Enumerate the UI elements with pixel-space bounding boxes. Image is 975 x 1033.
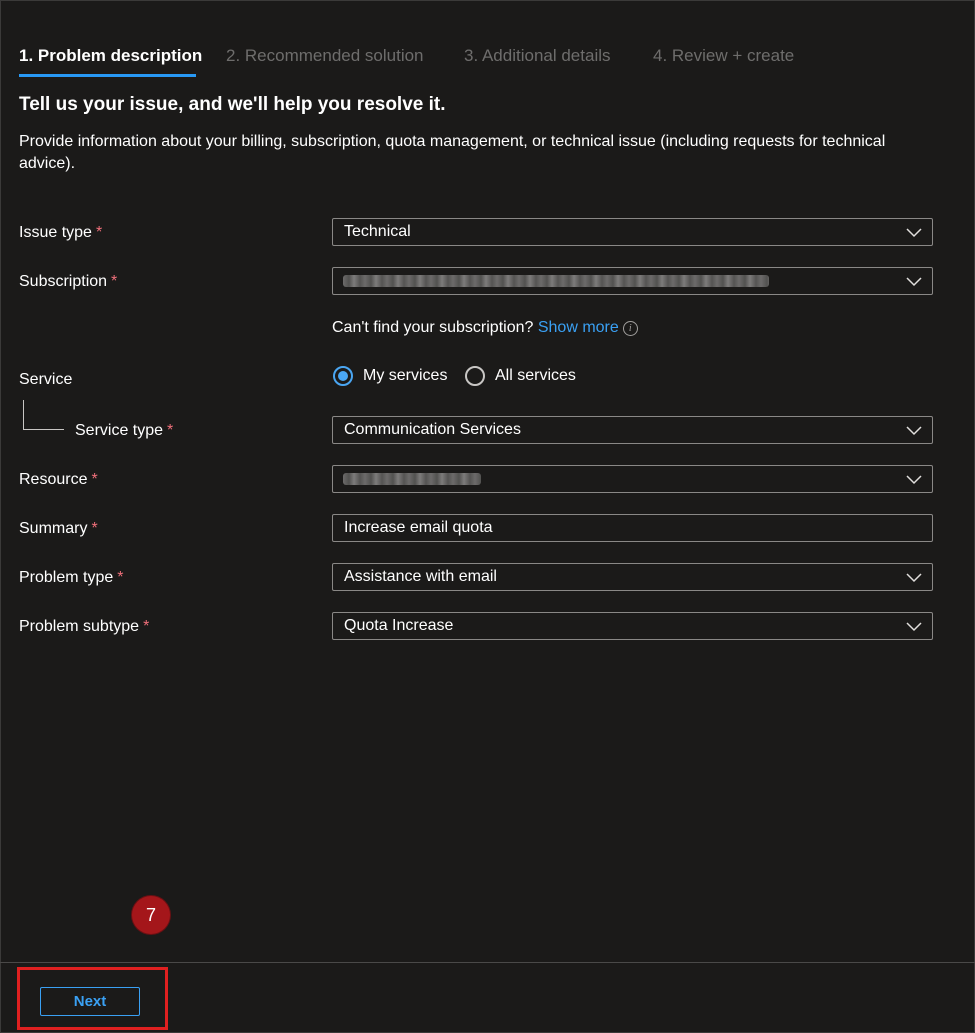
summary-input[interactable]: Increase email quota <box>332 514 933 542</box>
next-button[interactable]: Next <box>40 987 140 1016</box>
service-type-label: Service type * <box>75 422 174 439</box>
radio-button[interactable] <box>465 366 485 386</box>
required-marker: * <box>91 471 98 488</box>
radio-label: All services <box>495 367 576 384</box>
chevron-down-icon <box>906 228 922 238</box>
required-marker: * <box>143 618 150 635</box>
radio-my-services[interactable]: My services <box>333 363 447 389</box>
footer-divider <box>0 962 975 963</box>
required-marker: * <box>95 224 103 241</box>
service-label: Service <box>19 371 73 388</box>
radio-label: My services <box>363 367 448 384</box>
chevron-down-icon <box>906 426 922 436</box>
problem-subtype-label: Problem subtype * <box>19 618 150 635</box>
radio-button-selected[interactable] <box>333 366 353 386</box>
tree-connector <box>23 400 64 430</box>
page-description: Provide information about your billing, … <box>19 133 886 172</box>
problem-type-value: Assistance with email <box>344 568 497 585</box>
service-type-value: Communication Services <box>344 421 521 438</box>
issue-type-value: Technical <box>344 223 411 240</box>
step-badge: 7 <box>132 896 170 934</box>
required-marker: * <box>91 520 98 537</box>
resource-dropdown[interactable] <box>332 465 933 493</box>
redacted-resource <box>343 473 481 485</box>
tab-problem-description[interactable]: 1. Problem description <box>19 44 202 68</box>
issue-type-dropdown[interactable]: Technical <box>332 218 933 246</box>
chevron-down-icon <box>906 573 922 583</box>
redacted-subscription <box>343 275 769 287</box>
chevron-down-icon <box>906 475 922 485</box>
subscription-label: Subscription * <box>19 273 118 290</box>
active-tab-indicator <box>19 74 196 77</box>
issue-type-label: Issue type * <box>19 224 103 241</box>
required-marker: * <box>117 569 124 586</box>
show-more-link[interactable]: Show more <box>538 319 619 336</box>
problem-type-label: Problem type * <box>19 569 124 586</box>
cant-find-subscription: Can't find your subscription? Show more i <box>332 317 638 339</box>
radio-all-services[interactable]: All services <box>465 363 576 389</box>
summary-label: Summary * <box>19 520 98 537</box>
service-type-dropdown[interactable]: Communication Services <box>332 416 933 444</box>
chevron-down-icon <box>906 277 922 287</box>
page-heading: Tell us your issue, and we'll help you r… <box>19 94 446 115</box>
chevron-down-icon <box>906 622 922 632</box>
problem-subtype-value: Quota Increase <box>344 617 454 634</box>
problem-subtype-dropdown[interactable]: Quota Increase <box>332 612 933 640</box>
tab-recommended-solution[interactable]: 2. Recommended solution <box>226 44 424 68</box>
subscription-dropdown[interactable] <box>332 267 933 295</box>
required-marker: * <box>167 422 174 439</box>
tab-additional-details[interactable]: 3. Additional details <box>464 44 611 68</box>
resource-label: Resource * <box>19 471 98 488</box>
required-marker: * <box>111 273 118 290</box>
tab-review-create[interactable]: 4. Review + create <box>653 44 794 68</box>
problem-type-dropdown[interactable]: Assistance with email <box>332 563 933 591</box>
summary-value: Increase email quota <box>344 519 493 536</box>
info-icon[interactable]: i <box>622 321 638 336</box>
